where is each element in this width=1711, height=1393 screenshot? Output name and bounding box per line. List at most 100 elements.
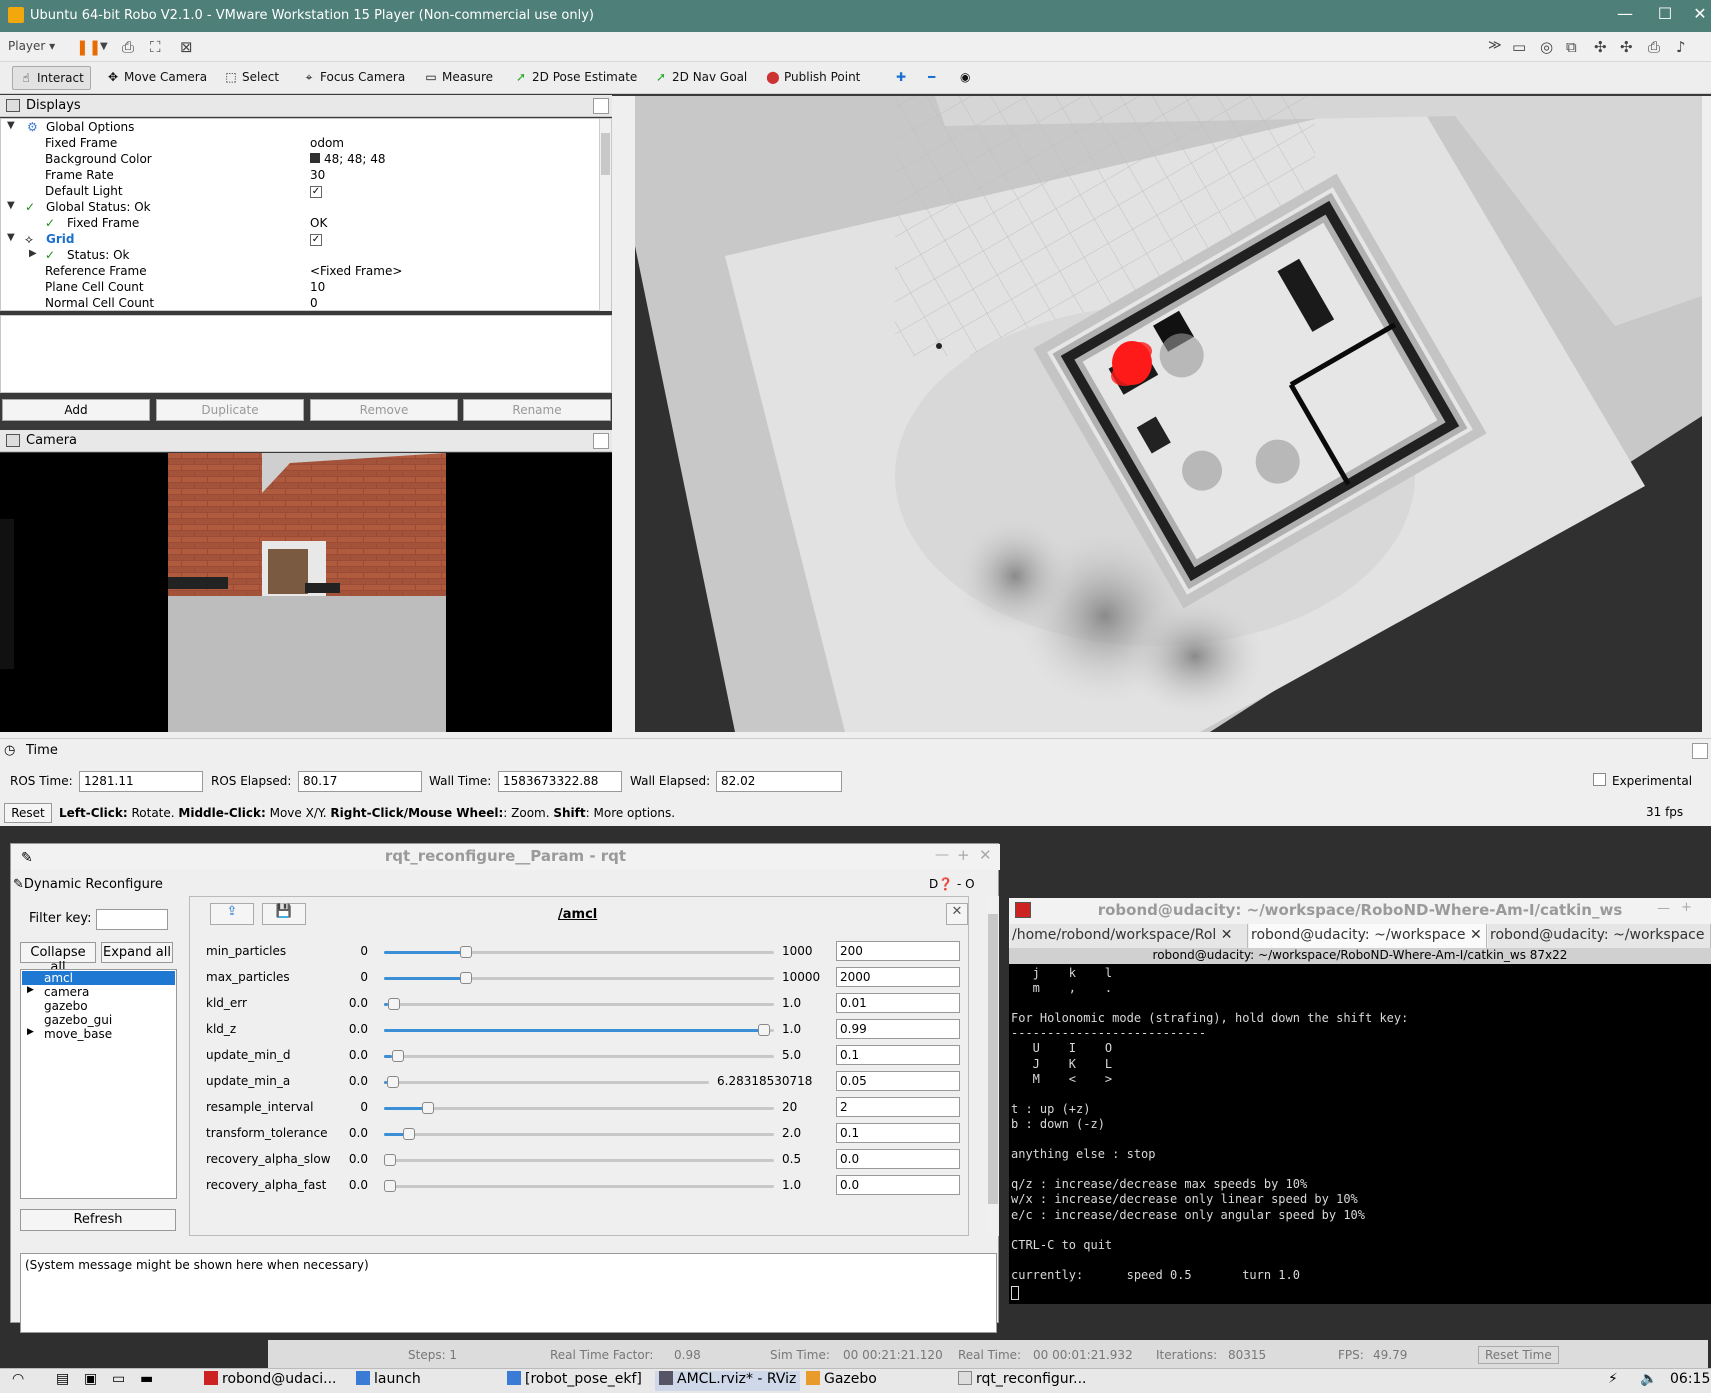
task-launch[interactable]: launch bbox=[356, 1371, 421, 1391]
unity-icon[interactable]: ⊠ bbox=[180, 38, 193, 56]
player-menu[interactable]: Player ▾ bbox=[8, 39, 55, 53]
task-rqt[interactable]: rqt_reconfigur... bbox=[958, 1371, 1086, 1391]
drive-icon[interactable]: ▭ bbox=[1512, 38, 1526, 56]
param-slider[interactable] bbox=[384, 1180, 774, 1192]
close-icon[interactable]: ✕ bbox=[1685, 4, 1711, 23]
minimize-icon[interactable]: — bbox=[1610, 4, 1640, 23]
filter-input[interactable] bbox=[96, 909, 168, 930]
network-icon[interactable]: ⚡ bbox=[1608, 1371, 1618, 1391]
tree-row[interactable]: ✓ Fixed Frame OK bbox=[1, 216, 601, 232]
save-icon[interactable]: 💾 bbox=[262, 903, 306, 925]
experimental-checkbox[interactable] bbox=[1593, 773, 1606, 786]
param-slider[interactable] bbox=[384, 1154, 774, 1166]
tree-row[interactable]: Default Light ✓ bbox=[1, 184, 601, 200]
usb-icon[interactable]: ✣ bbox=[1594, 38, 1607, 56]
task-rviz[interactable]: AMCL.rviz* - RViz bbox=[655, 1371, 801, 1391]
slider-handle[interactable] bbox=[384, 1180, 396, 1192]
slider-handle[interactable] bbox=[387, 998, 400, 1010]
task-terminal[interactable]: robond@udaci... bbox=[204, 1371, 337, 1391]
scrollbar-thumb[interactable] bbox=[988, 914, 998, 1204]
ros-elapsed-field[interactable]: 80.17 bbox=[298, 771, 422, 792]
load-icon[interactable]: ⇪ bbox=[210, 903, 254, 925]
camera-view[interactable] bbox=[0, 453, 612, 732]
default-light-checkbox[interactable]: ✓ bbox=[310, 184, 322, 198]
node-item-camera[interactable]: camera bbox=[44, 985, 89, 999]
terminal-tab[interactable]: robond@udacity: ~/workspace bbox=[1488, 924, 1711, 948]
tree-row[interactable]: Reference Frame <Fixed Frame> bbox=[1, 264, 601, 280]
displays-scrollbar[interactable] bbox=[599, 119, 611, 311]
task-gazebo[interactable]: Gazebo bbox=[806, 1371, 877, 1391]
tool-2d-pose-estimate[interactable]: ➚ 2D Pose Estimate bbox=[508, 66, 643, 90]
tool-publish-point[interactable]: ⬤ Publish Point bbox=[760, 66, 866, 90]
plugin-help-icons[interactable]: D❓ - O bbox=[929, 877, 975, 891]
node-item-gazebo[interactable]: gazebo bbox=[44, 999, 88, 1013]
param-value-field[interactable]: 0.01 bbox=[836, 993, 960, 1013]
volume-icon[interactable]: 🔈 bbox=[1640, 1371, 1657, 1391]
tool-select[interactable]: ⬚ Select bbox=[218, 66, 285, 90]
printer-icon[interactable]: ⎙ bbox=[1648, 38, 1660, 56]
task-robot-pose-ekf[interactable]: [robot_pose_ekf] bbox=[507, 1371, 642, 1391]
chevron-down-icon[interactable]: ▼ bbox=[100, 41, 108, 52]
tree-row[interactable]: Plane Cell Count 10 bbox=[1, 280, 601, 296]
slider-handle[interactable] bbox=[391, 1050, 404, 1062]
files-icon[interactable]: ▤ bbox=[56, 1371, 69, 1391]
tool-focus-camera[interactable]: ⌖ Focus Camera bbox=[296, 66, 411, 90]
reset-button[interactable]: Reset bbox=[4, 803, 52, 823]
param-value-field[interactable]: 0.1 bbox=[836, 1123, 960, 1143]
usb2-icon[interactable]: ✣ bbox=[1620, 38, 1633, 56]
cd-icon[interactable]: ◎ bbox=[1540, 38, 1553, 56]
tree-row[interactable]: Frame Rate 30 bbox=[1, 168, 601, 184]
param-slider[interactable] bbox=[384, 1050, 774, 1062]
forward-icon[interactable]: ≫ bbox=[1488, 38, 1502, 53]
param-slider[interactable] bbox=[384, 1076, 709, 1088]
tool-interact[interactable]: ☝ Interact bbox=[12, 66, 91, 90]
slider-handle[interactable] bbox=[459, 946, 472, 958]
pause-icon[interactable]: ❚❚ bbox=[76, 38, 101, 56]
slider-handle[interactable] bbox=[758, 1024, 771, 1036]
param-scrollbar[interactable] bbox=[987, 896, 999, 1236]
expand-icon[interactable]: ▶ bbox=[27, 985, 34, 995]
desktop-icon[interactable]: ▬ bbox=[140, 1371, 153, 1391]
tree-row[interactable]: ▼ ⟡ Grid ✓ bbox=[1, 232, 601, 248]
terminal-launch-icon[interactable]: ▭ bbox=[112, 1371, 125, 1391]
slider-handle[interactable] bbox=[459, 972, 472, 984]
wall-time-field[interactable]: 1583673322.88 bbox=[498, 771, 622, 792]
undock-checkbox[interactable] bbox=[593, 433, 609, 449]
tree-row[interactable]: ▼ ⚙ Global Options bbox=[1, 120, 601, 136]
slider-handle[interactable] bbox=[402, 1128, 415, 1140]
undock-checkbox[interactable] bbox=[593, 98, 609, 114]
wall-elapsed-field[interactable]: 82.02 bbox=[716, 771, 842, 792]
duplicate-button[interactable]: Duplicate bbox=[156, 399, 304, 421]
fullscreen-icon[interactable]: ⛶ bbox=[150, 38, 161, 56]
remove-button[interactable]: Remove bbox=[310, 399, 458, 421]
scrollbar-thumb[interactable] bbox=[601, 133, 610, 175]
param-value-field[interactable]: 2000 bbox=[836, 967, 960, 987]
add-button[interactable]: Add bbox=[2, 399, 150, 421]
rviz-3d-view[interactable] bbox=[635, 96, 1702, 732]
tool-move-camera[interactable]: ✥ Move Camera bbox=[100, 66, 213, 90]
refresh-button[interactable]: Refresh bbox=[20, 1209, 176, 1231]
param-slider[interactable] bbox=[384, 998, 774, 1010]
minimize-icon[interactable]: — bbox=[935, 847, 949, 863]
close-tab-icon[interactable]: ✕ bbox=[1221, 927, 1233, 943]
slider-handle[interactable] bbox=[386, 1076, 399, 1088]
send-keys-icon[interactable]: ⎙ bbox=[122, 38, 134, 56]
maximize-icon[interactable]: ☐ bbox=[1650, 4, 1680, 23]
terminal-view[interactable]: j k l m , . For Holonomic mode (strafing)… bbox=[1009, 964, 1711, 1304]
close-tab-icon[interactable]: ✕ bbox=[1470, 927, 1482, 943]
browser-icon[interactable]: ▣ bbox=[84, 1371, 97, 1391]
slider-handle[interactable] bbox=[384, 1154, 396, 1166]
start-menu-icon[interactable]: ◠ bbox=[12, 1371, 24, 1391]
tree-value[interactable]: 0 bbox=[310, 296, 318, 310]
terminal-tab-active[interactable]: robond@udacity: ~/workspace ✕ bbox=[1249, 924, 1487, 948]
param-value-field[interactable]: 0.05 bbox=[836, 1071, 960, 1091]
right-splitter[interactable] bbox=[1702, 96, 1711, 732]
terminal-tab[interactable]: /home/robond/workspace/Rol ✕ bbox=[1010, 924, 1248, 948]
add-tool-icon[interactable]: ✚ bbox=[890, 66, 912, 90]
param-value-field[interactable]: 200 bbox=[836, 941, 960, 961]
param-value-field[interactable]: 2 bbox=[836, 1097, 960, 1117]
collapse-all-button[interactable]: Collapse all bbox=[20, 942, 96, 975]
param-value-field[interactable]: 0.0 bbox=[836, 1175, 960, 1195]
node-item-move-base[interactable]: move_base bbox=[44, 1027, 112, 1041]
tree-row[interactable]: ▼ ✓ Global Status: Ok bbox=[1, 200, 601, 216]
